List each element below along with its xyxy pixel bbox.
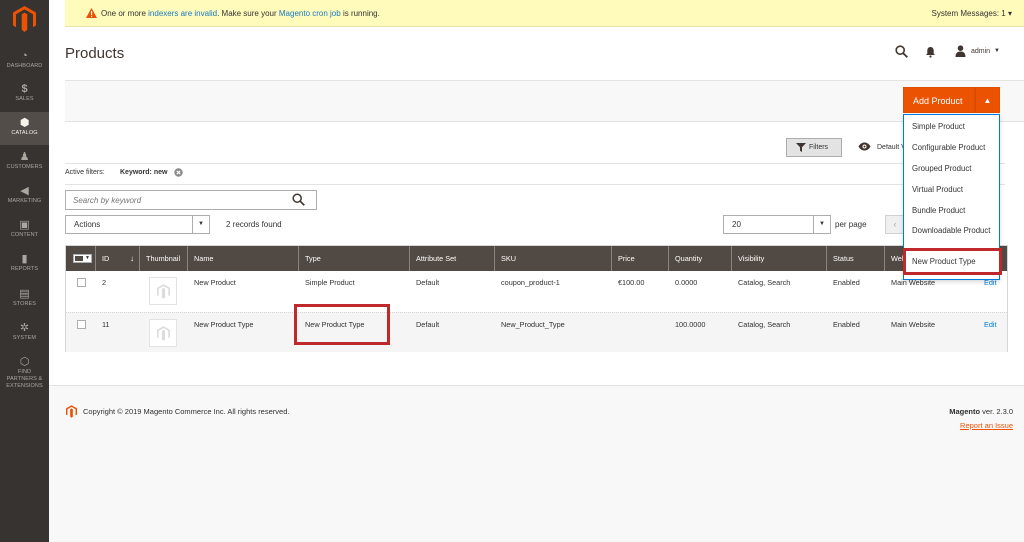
cube-icon: ⬢: [19, 117, 30, 129]
row-checkbox[interactable]: [77, 278, 86, 287]
divider: [65, 163, 1005, 164]
report-issue-link[interactable]: Report an Issue: [960, 421, 1013, 430]
table-header: ▼ ID ↓ Thumbnail Name Type Attribute Set…: [66, 246, 1007, 271]
eye-icon[interactable]: [858, 142, 871, 151]
sidebar-item-partners[interactable]: ⬡ Find Partners & Extensions: [0, 351, 49, 396]
megaphone-icon: ◀: [20, 185, 29, 197]
remove-filter-icon[interactable]: [174, 168, 183, 177]
admin-user-menu[interactable]: admin: [971, 48, 990, 55]
column-header-thumbnail: Thumbnail: [139, 246, 180, 271]
sidebar-item-customers[interactable]: ♟ Customers: [0, 146, 49, 179]
gear-icon: ✲: [19, 322, 30, 334]
user-icon[interactable]: [955, 45, 966, 57]
chevron-down-icon[interactable]: ▼: [994, 48, 1000, 54]
menu-item-highlight: [903, 248, 1002, 275]
active-filters-label: Active filters:: [65, 169, 105, 176]
puzzle-icon: ⬡: [19, 356, 30, 368]
product-thumbnail[interactable]: [149, 319, 177, 347]
bar-chart-icon: ▮: [21, 253, 28, 265]
add-product-toggle[interactable]: ▲: [975, 87, 1000, 113]
menu-item-downloadable-product[interactable]: Downloadable Product: [912, 226, 992, 236]
column-header-quantity[interactable]: Quantity: [668, 246, 702, 271]
row-checkbox[interactable]: [77, 320, 86, 329]
menu-item-bundle-product[interactable]: Bundle Product: [912, 206, 965, 215]
sidebar-item-sales[interactable]: $ Sales: [0, 78, 49, 111]
per-page-select[interactable]: 20 ▼: [723, 215, 831, 234]
menu-item-virtual-product[interactable]: Virtual Product: [912, 185, 963, 194]
column-header-name[interactable]: Name: [187, 246, 213, 271]
magento-logo-icon[interactable]: [13, 6, 36, 32]
column-header-visibility[interactable]: Visibility: [731, 246, 764, 271]
type-cell-highlight: [294, 304, 390, 345]
chevron-up-icon: ▲: [983, 96, 992, 105]
column-header-sku[interactable]: SKU: [494, 246, 516, 271]
chevron-down-icon: ▾: [1007, 9, 1012, 18]
sidebar-item-content[interactable]: ▣ Content: [0, 214, 49, 247]
column-header-attribute-set[interactable]: Attribute Set: [409, 246, 456, 271]
page-title: Products: [65, 45, 125, 62]
actions-select[interactable]: Actions ▼: [65, 215, 210, 234]
placeholder-image-icon: [157, 284, 170, 299]
column-header-id[interactable]: ID: [95, 246, 109, 271]
dashboard-icon: ◔: [21, 50, 28, 62]
system-message-text: One or more indexers are invalid. Make s…: [101, 9, 380, 18]
default-view-toggle[interactable]: Default View: [877, 144, 903, 151]
store-icon: ▤: [19, 288, 30, 300]
chevron-down-icon: ▼: [813, 216, 830, 233]
sidebar-item-marketing[interactable]: ◀ Marketing: [0, 180, 49, 213]
product-thumbnail[interactable]: [149, 277, 177, 305]
sidebar-item-system[interactable]: ✲ System: [0, 317, 49, 350]
previous-page-button[interactable]: ‹: [885, 215, 905, 234]
table-row: 2 New Product Simple Product Default cou…: [66, 271, 1007, 311]
products-grid: ▼ ID ↓ Thumbnail Name Type Attribute Set…: [65, 245, 1008, 352]
system-message-bar: One or more indexers are invalid. Make s…: [65, 0, 1024, 27]
menu-item-simple-product[interactable]: Simple Product: [912, 122, 965, 131]
filters-button[interactable]: Filters: [786, 138, 842, 157]
menu-item-grouped-product[interactable]: Grouped Product: [912, 164, 971, 173]
sidebar-item-catalog[interactable]: ⬢ Catalog: [0, 112, 49, 145]
chevron-down-icon: ▼: [85, 255, 90, 261]
active-filter-keyword: Keyword: new: [120, 169, 168, 176]
chevron-left-icon: ‹: [893, 219, 897, 229]
magento-logo-icon: [66, 405, 77, 418]
admin-sidebar: ◔ Dashboard $ Sales ⬢ Catalog ♟ Customer…: [0, 0, 49, 542]
column-header-type[interactable]: Type: [298, 246, 321, 271]
sidebar-item-dashboard[interactable]: ◔ Dashboard: [0, 45, 49, 78]
placeholder-image-icon: [157, 326, 170, 341]
copyright-text: Copyright © 2019 Magento Commerce Inc. A…: [83, 407, 290, 416]
page-actions-band: [65, 80, 1024, 122]
funnel-icon: [796, 143, 806, 152]
system-messages-toggle[interactable]: System Messages: 1 ▾: [932, 9, 1013, 18]
edit-link[interactable]: Edit: [984, 320, 997, 329]
dollar-icon: $: [21, 83, 28, 95]
indexers-link[interactable]: indexers are invalid: [148, 9, 217, 18]
version-text: Magento ver. 2.3.0: [949, 407, 1013, 416]
warning-icon: [86, 8, 97, 18]
column-header-status[interactable]: Status: [826, 246, 854, 271]
mass-select-checkbox[interactable]: ▼: [73, 254, 92, 263]
search-icon[interactable]: [895, 45, 908, 58]
search-icon[interactable]: [292, 193, 305, 206]
sidebar-item-stores[interactable]: ▤ Stores: [0, 283, 49, 316]
table-row: 11 New Product Type New Product Type Def…: [66, 312, 1007, 352]
cron-job-link[interactable]: Magento cron job: [279, 9, 341, 18]
records-found: 2 records found: [226, 220, 282, 229]
keyword-search-box: [65, 190, 317, 210]
divider: [65, 184, 1005, 185]
sort-arrow-icon[interactable]: ↓: [130, 246, 134, 271]
menu-item-configurable-product[interactable]: Configurable Product: [912, 143, 985, 152]
bell-icon[interactable]: [925, 46, 936, 58]
customers-icon: ♟: [19, 151, 30, 163]
keyword-search-input[interactable]: [66, 191, 281, 209]
chevron-down-icon: ▼: [192, 216, 209, 233]
sidebar-item-reports[interactable]: ▮ Reports: [0, 248, 49, 281]
content-icon: ▣: [19, 219, 30, 231]
add-product-button[interactable]: Add Product: [903, 87, 975, 113]
per-page-label: per page: [835, 220, 867, 229]
column-header-price[interactable]: Price: [611, 246, 635, 271]
